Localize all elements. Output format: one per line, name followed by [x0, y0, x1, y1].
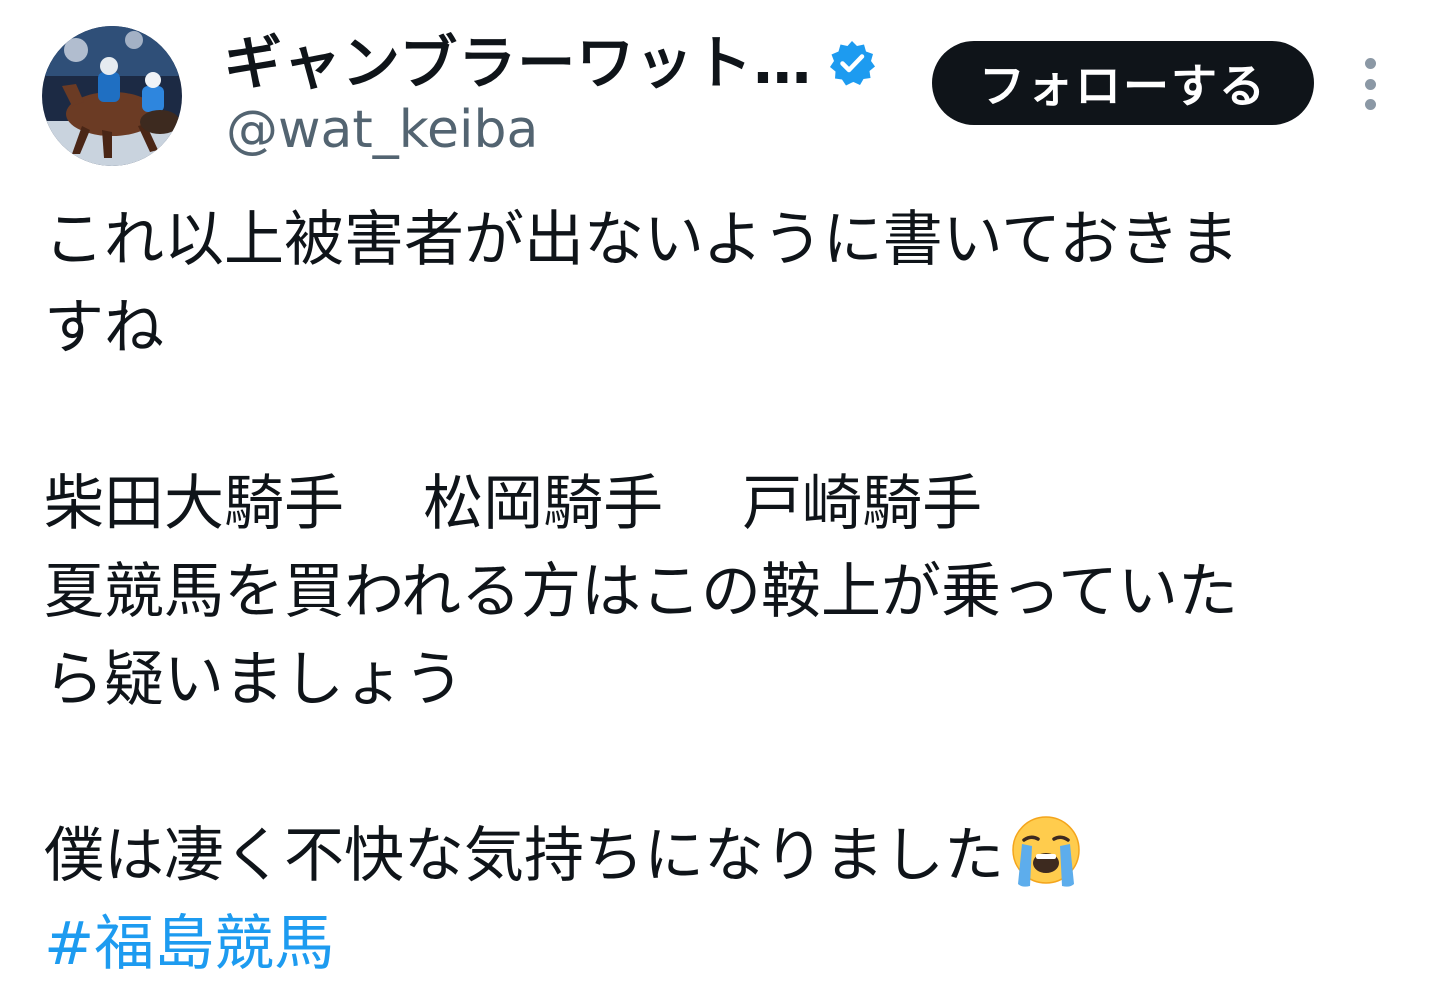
more-vertical-icon[interactable]	[1356, 58, 1384, 110]
tweet-text: これ以上被害者が出ないように書いておきま すね 柴田大騎手 松岡騎手 戸崎騎手 …	[44, 196, 1394, 988]
tweet-line: すね	[44, 293, 164, 363]
tweet-line-with-emoji: 僕は凄く不快な気持ちになりました	[44, 812, 1394, 900]
more-dot	[1364, 99, 1376, 110]
more-dot	[1364, 78, 1376, 90]
tweet-line: 僕は凄く不快な気持ちになりました	[44, 821, 1004, 891]
horse-racing-avatar-icon	[42, 26, 182, 166]
tweet-line: 夏競馬を買われる方はこの鞍上が乗っていた	[44, 557, 1238, 627]
follow-button[interactable]: フォローする	[932, 41, 1314, 125]
loudly-crying-face-emoji-icon	[1008, 814, 1084, 890]
avatar[interactable]	[42, 26, 182, 166]
name-row: ギャンブラーワット…	[224, 28, 876, 98]
more-dot	[1364, 58, 1376, 69]
tweet: ギャンブラーワット… @wat_keiba フォローする これ以上被害者が出ない…	[0, 0, 1440, 1005]
tweet-line: 柴田大騎手 松岡騎手 戸崎騎手	[44, 469, 983, 539]
hashtag-link[interactable]: #福島競馬	[44, 900, 1394, 988]
tweet-line: これ以上被害者が出ないように書いておきま	[44, 205, 1240, 275]
tweet-line: ら疑いましょう	[44, 645, 464, 715]
display-name[interactable]: ギャンブラーワット…	[224, 28, 812, 98]
verified-badge-icon	[828, 39, 876, 87]
user-handle[interactable]: @wat_keiba	[226, 98, 538, 162]
